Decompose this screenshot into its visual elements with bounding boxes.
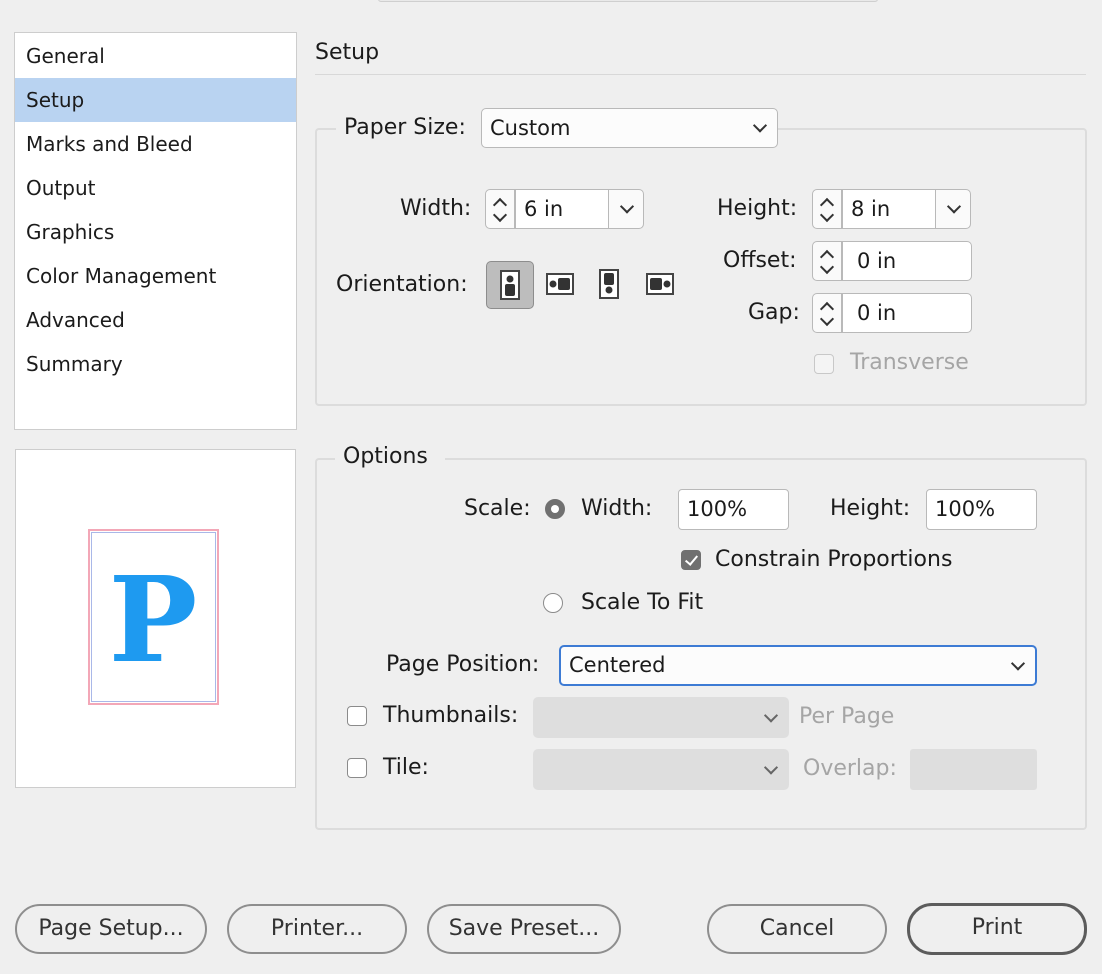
- constrain-proportions-label: Constrain Proportions: [715, 547, 953, 572]
- chevron-down-icon: [763, 759, 779, 775]
- options-title: Options: [335, 444, 445, 474]
- height-label: Height:: [717, 196, 798, 221]
- width-field[interactable]: 6 in: [515, 189, 610, 229]
- cancel-button[interactable]: Cancel: [707, 904, 887, 954]
- save-preset-button[interactable]: Save Preset...: [427, 904, 621, 954]
- page-setup-button[interactable]: Page Setup...: [15, 904, 207, 954]
- overlap-label: Overlap:: [803, 756, 897, 781]
- thumbnails-per-page-select[interactable]: [533, 697, 789, 738]
- scale-height-field[interactable]: 100%: [926, 489, 1037, 530]
- preview-page: P: [88, 529, 219, 705]
- title-bar-edge: [378, 0, 878, 2]
- chevron-down-icon: [752, 118, 768, 133]
- chevron-down-icon: [763, 707, 779, 723]
- scale-width-label: Width:: [581, 496, 653, 521]
- width-stepper[interactable]: [485, 189, 515, 229]
- transverse-checkbox[interactable]: [814, 354, 834, 374]
- chevron-down-icon: [946, 199, 962, 214]
- height-field[interactable]: 8 in: [842, 189, 937, 229]
- height-dropdown-button[interactable]: [935, 189, 971, 229]
- width-label: Width:: [400, 196, 472, 221]
- page-position-select[interactable]: Centered: [559, 645, 1037, 686]
- stepper-down-icon[interactable]: [819, 311, 835, 327]
- category-list: General Setup Marks and Bleed Output Gra…: [14, 32, 297, 430]
- sidebar-item-color-management[interactable]: Color Management: [15, 254, 296, 298]
- offset-label: Offset:: [723, 248, 797, 273]
- offset-field[interactable]: 0 in: [842, 241, 972, 281]
- scale-to-fit-label: Scale To Fit: [581, 590, 704, 615]
- scale-label: Scale:: [464, 496, 531, 521]
- chevron-down-icon: [619, 199, 635, 214]
- paper-size-select[interactable]: Custom: [481, 108, 778, 148]
- reverse-portrait-icon[interactable]: [586, 261, 634, 309]
- scale-to-fit-radio[interactable]: [543, 593, 563, 613]
- orientation-label: Orientation:: [336, 272, 468, 297]
- gap-stepper[interactable]: [812, 293, 842, 333]
- preview-glyph: P: [109, 550, 198, 689]
- gap-field[interactable]: 0 in: [842, 293, 972, 333]
- paper-size-value: Custom: [490, 116, 571, 140]
- chevron-down-icon: [1010, 655, 1026, 671]
- page-position-label: Page Position:: [386, 652, 540, 677]
- tile-select[interactable]: [533, 749, 789, 790]
- overlap-field[interactable]: [910, 749, 1037, 790]
- landscape-icon[interactable]: [536, 261, 584, 309]
- gap-label: Gap:: [748, 300, 800, 325]
- tile-checkbox[interactable]: [347, 758, 367, 778]
- preview-glyph-icon: P: [109, 550, 198, 689]
- constrain-proportions-checkbox[interactable]: [681, 550, 701, 570]
- width-dropdown-button[interactable]: [608, 189, 644, 229]
- portrait-icon[interactable]: [486, 261, 534, 309]
- sidebar-item-output[interactable]: Output: [15, 166, 296, 210]
- paper-size-label: Paper Size:: [336, 115, 494, 145]
- page-preview: P: [15, 449, 296, 788]
- page-title: Setup: [315, 40, 380, 65]
- scale-height-label: Height:: [830, 496, 911, 521]
- tile-label: Tile:: [383, 755, 429, 780]
- offset-stepper[interactable]: [812, 241, 842, 281]
- sidebar-item-general[interactable]: General: [15, 34, 296, 78]
- thumbnails-checkbox[interactable]: [347, 706, 367, 726]
- scale-width-radio[interactable]: [545, 499, 565, 519]
- reverse-landscape-icon[interactable]: [636, 261, 684, 309]
- stepper-down-icon[interactable]: [492, 207, 508, 223]
- page-position-value: Centered: [569, 653, 666, 677]
- thumbnails-label: Thumbnails:: [383, 703, 519, 728]
- sidebar-item-advanced[interactable]: Advanced: [15, 298, 296, 342]
- sidebar-item-marks-and-bleed[interactable]: Marks and Bleed: [15, 122, 296, 166]
- printer-button[interactable]: Printer...: [227, 904, 407, 954]
- height-stepper[interactable]: [812, 189, 842, 229]
- sidebar-item-graphics[interactable]: Graphics: [15, 210, 296, 254]
- per-page-label: Per Page: [799, 704, 895, 729]
- transverse-label: Transverse: [850, 350, 969, 375]
- sidebar-item-summary[interactable]: Summary: [15, 342, 296, 386]
- print-button[interactable]: Print: [907, 903, 1087, 955]
- sidebar-item-setup[interactable]: Setup: [15, 78, 296, 122]
- stepper-down-icon[interactable]: [819, 207, 835, 223]
- stepper-down-icon[interactable]: [819, 259, 835, 275]
- title-divider: [315, 74, 1086, 75]
- scale-width-field[interactable]: 100%: [678, 489, 789, 530]
